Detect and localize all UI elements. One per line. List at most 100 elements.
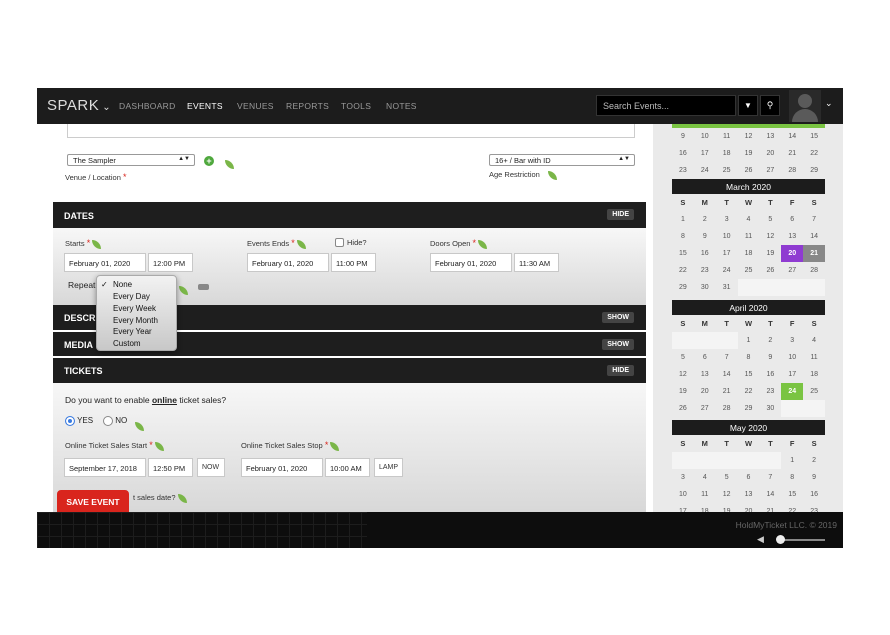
calendar-day[interactable]: 19 [672,383,694,400]
calendar-day[interactable]: 23 [694,262,716,279]
ends-time-input[interactable]: 11:00 PM [331,253,376,272]
calendar-day[interactable]: 6 [738,469,760,486]
nav-reports[interactable]: REPORTS [286,101,329,111]
calendar-day[interactable]: 3 [716,211,738,228]
calendar-day[interactable]: 4 [694,469,716,486]
repeat-option-custom[interactable]: Custom [113,339,141,348]
text-area-bottom[interactable] [67,124,635,138]
volume-slider-handle[interactable] [776,535,785,544]
calendar-day[interactable]: 19 [716,503,738,512]
calendar-day[interactable]: 3 [672,469,694,486]
calendar-day[interactable]: 2 [803,452,825,469]
calendar-day[interactable]: 27 [781,262,803,279]
calendar-day[interactable]: 22 [672,262,694,279]
nav-dashboard[interactable]: DASHBOARD [119,101,176,111]
calendar-day[interactable]: 18 [716,145,738,162]
calendar-day[interactable]: 9 [803,469,825,486]
add-venue-icon[interactable]: + [204,156,214,166]
calendar-day[interactable]: 18 [738,245,760,262]
lamp-button[interactable]: LAMP [374,458,403,477]
calendar-day[interactable]: 14 [781,128,803,145]
no-radio[interactable] [103,416,113,426]
age-restriction-select[interactable]: 16+ / Bar with ID ▲▼ [489,154,635,166]
calendar-day[interactable]: 10 [694,128,716,145]
calendar-day[interactable]: 29 [738,400,760,417]
calendar-day[interactable]: 25 [716,162,738,179]
calendar-day[interactable]: 7 [716,349,738,366]
calendar-day[interactable]: 1 [738,332,760,349]
leaf-icon[interactable] [179,282,188,300]
calendar-day[interactable]: 26 [738,162,760,179]
calendar-day[interactable]: 4 [803,332,825,349]
calendar-day[interactable]: 5 [672,349,694,366]
calendar-day[interactable]: 23 [759,383,781,400]
calendar-day[interactable]: 9 [694,228,716,245]
calendar-day-highlighted[interactable]: 24 [781,383,804,400]
calendar-day[interactable]: 8 [738,349,760,366]
calendar-day[interactable]: 10 [781,349,803,366]
calendar-day[interactable]: 13 [694,366,716,383]
hide-checkbox[interactable] [335,238,344,247]
calendar-day[interactable]: 26 [672,400,694,417]
calendar-day[interactable]: 15 [672,245,694,262]
calendar-day[interactable]: 27 [759,162,781,179]
toggle-icon[interactable] [198,284,209,290]
calendar-day[interactable]: 30 [694,279,716,296]
calendar-day[interactable]: 28 [803,262,825,279]
calendar-day[interactable]: 21 [759,503,781,512]
calendar-day[interactable]: 14 [803,228,825,245]
calendar-day[interactable]: 15 [781,486,803,503]
calendar-day[interactable]: 12 [759,228,781,245]
dates-section-header[interactable]: DATES HIDE [53,202,646,228]
ends-date-input[interactable]: February 01, 2020 [247,253,329,272]
calendar-day[interactable]: 25 [803,383,825,400]
repeat-option-every-day[interactable]: Every Day [113,292,150,301]
leaf-icon[interactable] [225,156,234,174]
calendar-day-today[interactable]: 20 [781,245,804,262]
calendar-day[interactable]: 17 [694,145,716,162]
calendar-day[interactable]: 11 [694,486,716,503]
repeat-option-none[interactable]: None [113,280,132,289]
calendar-day[interactable]: 25 [738,262,760,279]
calendar-day[interactable]: 16 [803,486,825,503]
repeat-dropdown-menu[interactable]: ✓ None Every Day Every Week Every Month … [96,275,177,351]
calendar-day-selected[interactable]: 21 [803,245,826,262]
calendar-day[interactable]: 16 [694,245,716,262]
calendar-day[interactable]: 16 [759,366,781,383]
calendar-day[interactable]: 11 [803,349,825,366]
calendar-day[interactable]: 18 [694,503,716,512]
calendar-day[interactable]: 2 [694,211,716,228]
calendar-day[interactable]: 27 [694,400,716,417]
calendar-day[interactable]: 22 [781,503,803,512]
calendar-day[interactable]: 23 [672,162,694,179]
calendar-day[interactable]: 2 [759,332,781,349]
dates-hide-button[interactable]: HIDE [607,209,634,220]
calendar-day[interactable]: 1 [781,452,803,469]
tickets-section-header[interactable]: TICKETS HIDE [53,358,646,383]
calendar-day[interactable]: 4 [738,211,760,228]
calendar-day[interactable]: 24 [716,262,738,279]
repeat-option-every-month[interactable]: Every Month [113,316,158,325]
nav-notes[interactable]: NOTES [386,101,417,111]
calendar-day[interactable]: 22 [738,383,760,400]
tickets-hide-button[interactable]: HIDE [607,365,634,376]
leaf-icon[interactable] [135,418,144,436]
yes-radio[interactable] [65,416,75,426]
calendar-day[interactable]: 13 [781,228,803,245]
calendar-day[interactable]: 22 [803,145,825,162]
calendar-day[interactable]: 17 [716,245,738,262]
yes-radio-group[interactable]: YES [65,416,93,426]
volume-icon[interactable]: ◀ [757,534,764,545]
calendar-day[interactable]: 8 [672,228,694,245]
calendar-day[interactable]: 6 [781,211,803,228]
calendar-day[interactable]: 20 [759,145,781,162]
now-button[interactable]: NOW [197,458,225,477]
doors-time-input[interactable]: 11:30 AM [514,253,559,272]
no-radio-group[interactable]: NO [103,416,127,426]
calendar-day[interactable]: 15 [738,366,760,383]
calendar-day[interactable]: 23 [803,503,825,512]
nav-events[interactable]: EVENTS [187,101,223,111]
calendar-day[interactable]: 13 [759,128,781,145]
calendar-day[interactable]: 29 [672,279,694,296]
calendar-day[interactable]: 19 [759,245,781,262]
